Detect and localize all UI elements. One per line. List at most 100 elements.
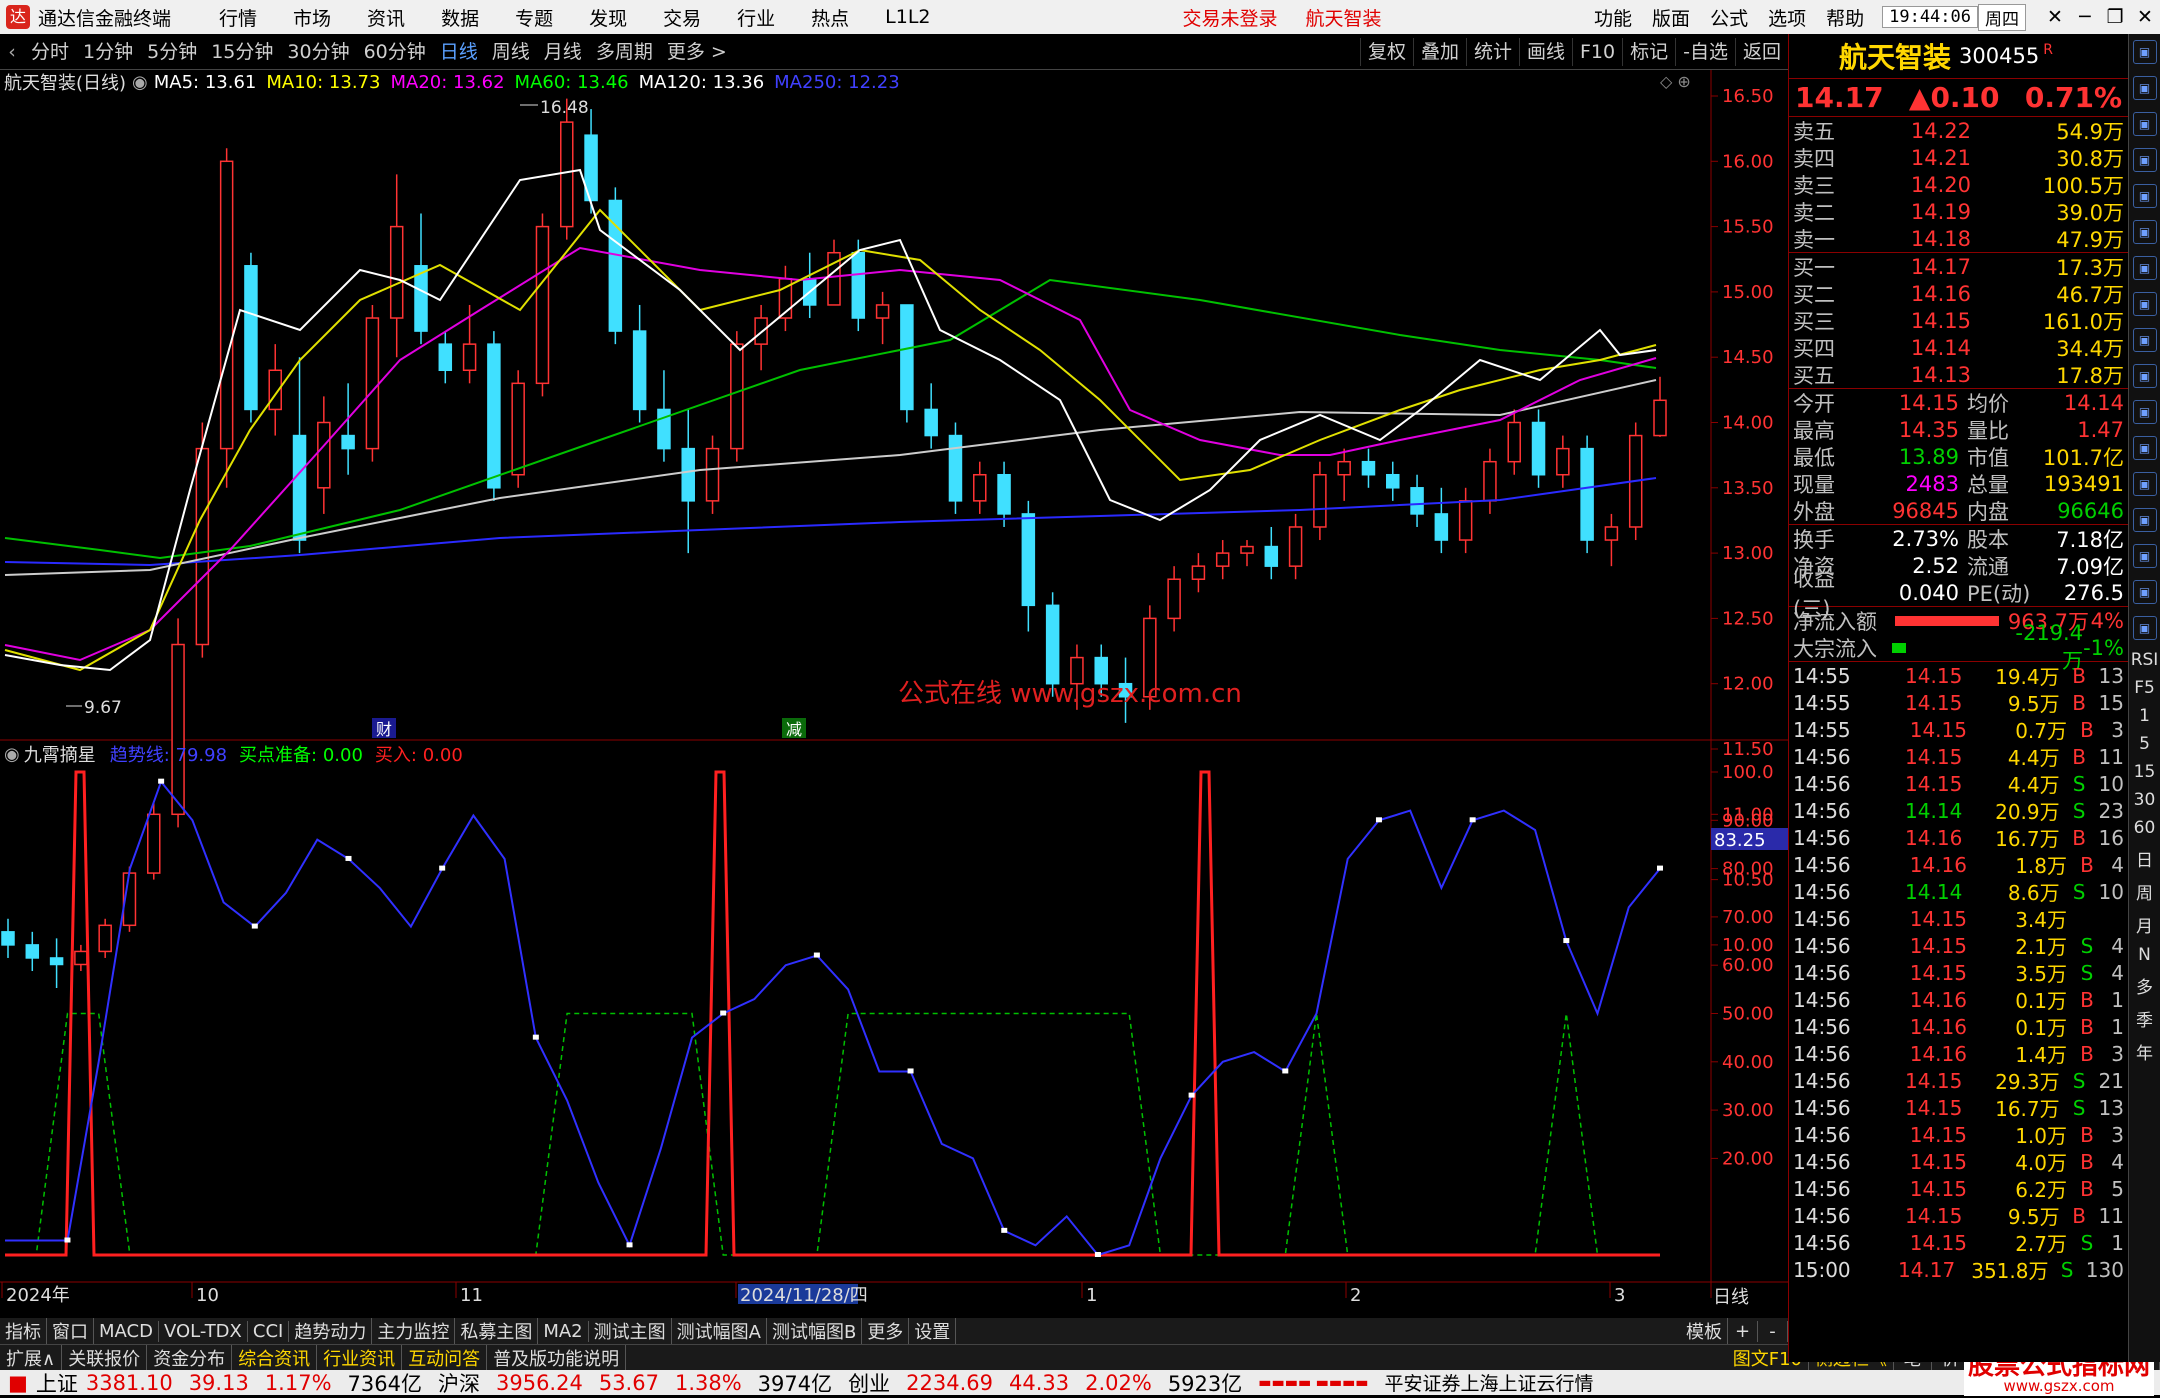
indicator-tab[interactable]: 测试幅图A <box>672 1318 767 1344</box>
menu-item[interactable]: 发现 <box>571 4 645 31</box>
index-name[interactable]: 创业 <box>840 1368 898 1398</box>
arrow-down-icon[interactable]: ▣ <box>2132 112 2157 136</box>
target-icon[interactable]: ▣ <box>2132 580 2157 604</box>
list-icon[interactable]: ▣ <box>2132 400 2157 424</box>
menu-item[interactable]: 市场 <box>275 4 349 31</box>
period-tab[interactable]: 周线 <box>485 38 537 66</box>
chart-panel[interactable]: 航天智装(日线) ◉ MA5: 13.61 MA10: 13.73 MA20: … <box>0 70 1788 1318</box>
close-icon[interactable]: ✕ <box>2130 6 2160 28</box>
indicator-tab[interactable]: 窗口 <box>47 1318 94 1344</box>
indicator-title[interactable]: 九霄摘星 <box>24 741 96 767</box>
sheet-icon[interactable]: ▣ <box>2132 184 2157 208</box>
menu-layout[interactable]: 版面 <box>1642 4 1700 31</box>
sidebar-period[interactable]: 15 <box>2134 762 2156 782</box>
menu-item[interactable]: 行情 <box>201 4 275 31</box>
toolbar-button[interactable]: 复权 <box>1359 37 1413 66</box>
menu-item[interactable]: 行业 <box>719 4 793 31</box>
sidebar-period[interactable]: 1 <box>2139 706 2150 726</box>
sidebar-period[interactable]: F5 <box>2134 678 2155 698</box>
remove-window-button[interactable]: - <box>1758 1320 1788 1342</box>
ask-row[interactable]: 卖五 14.22 54.9万 <box>1789 117 2128 144</box>
template-button[interactable]: 模板 <box>1681 1318 1728 1344</box>
sidebar-period[interactable]: 季 <box>2136 1006 2153 1031</box>
bid-row[interactable]: 买一 14.17 17.3万 <box>1789 253 2128 280</box>
menu-item[interactable]: 数据 <box>423 4 497 31</box>
bid-row[interactable]: 买四 14.14 34.4万 <box>1789 334 2128 361</box>
indicator-tab[interactable]: MA2 <box>538 1320 589 1342</box>
indicator-tab[interactable]: 测试主图 <box>589 1318 672 1344</box>
menu-help[interactable]: 帮助 <box>1816 4 1874 31</box>
f10-icon[interactable]: ▣ <box>2132 364 2157 388</box>
fs-icon[interactable]: ▣ <box>2132 508 2157 532</box>
collapse-icon[interactable]: ‹ <box>0 41 24 63</box>
index-name[interactable]: 上证 <box>36 1368 78 1398</box>
indicator-tab-more[interactable]: 更多 <box>862 1318 910 1344</box>
period-tab[interactable]: 15分钟 <box>204 38 280 66</box>
list-icon[interactable]: ▣ <box>2132 472 2157 496</box>
menu-options[interactable]: 选项 <box>1758 4 1816 31</box>
extension-tab[interactable]: 综合资讯 <box>232 1344 318 1371</box>
toolbar-button[interactable]: -自选 <box>1675 37 1735 66</box>
sidebar-period[interactable]: 年 <box>2136 1039 2153 1064</box>
menu-item[interactable]: 热点 <box>793 4 867 31</box>
menu-item[interactable]: 资讯 <box>349 4 423 31</box>
restore-icon[interactable]: ❐ <box>2100 6 2130 28</box>
bid-row[interactable]: 买三 14.15 161.0万 <box>1789 307 2128 334</box>
toolbar-button[interactable]: F10 <box>1572 37 1622 66</box>
minimize-icon[interactable]: ─ <box>2070 6 2100 28</box>
arrow-up-icon[interactable]: ▣ <box>2132 40 2157 64</box>
sidebar-period[interactable]: RSI <box>2131 650 2159 670</box>
kline-icon[interactable]: ▣ <box>2132 616 2157 640</box>
period-tab[interactable]: 分时 <box>24 38 76 66</box>
sidebar-period[interactable]: 周 <box>2136 879 2153 904</box>
bid-row[interactable]: 买二 14.16 46.7万 <box>1789 280 2128 307</box>
indicator-tab[interactable]: 主力监控 <box>372 1318 456 1344</box>
kline-icon[interactable]: ▣ <box>2132 256 2157 280</box>
sidebar-period[interactable]: 60 <box>2134 818 2156 838</box>
menu-item[interactable]: 交易 <box>645 4 719 31</box>
trade-login-status[interactable]: 交易未登录 <box>1169 4 1292 31</box>
sidebar-period[interactable]: 日 <box>2136 846 2153 871</box>
extension-tab[interactable]: 普及版功能说明 <box>487 1344 627 1371</box>
close-window-icon[interactable]: ✕ <box>2040 6 2070 28</box>
arrow-up-icon[interactable]: ▣ <box>2132 76 2157 100</box>
sidebar-period[interactable]: 月 <box>2136 912 2153 937</box>
indicator-settings-icon[interactable]: ◉ <box>4 744 20 765</box>
broker-name[interactable]: 平安证券上海上证云行情 <box>1377 1369 1602 1396</box>
toolbar-button[interactable]: 叠加 <box>1412 37 1466 66</box>
indicator-tab[interactable]: 指标 <box>0 1318 47 1344</box>
add-window-button[interactable]: + <box>1728 1320 1758 1342</box>
menu-function[interactable]: 功能 <box>1584 4 1642 31</box>
kline-icon[interactable]: ▣ <box>2132 220 2157 244</box>
ask-row[interactable]: 卖四 14.21 30.8万 <box>1789 144 2128 171</box>
period-tab-more[interactable]: 更多 > <box>660 38 734 66</box>
toolbar-button[interactable]: 标记 <box>1622 37 1675 66</box>
sheet-icon[interactable]: ▣ <box>2132 148 2157 172</box>
period-tab[interactable]: 60分钟 <box>357 38 433 66</box>
ask-row[interactable]: 卖一 14.18 47.9万 <box>1789 225 2128 252</box>
ask-row[interactable]: 卖三 14.20 100.5万 <box>1789 171 2128 198</box>
menu-formula[interactable]: 公式 <box>1700 4 1758 31</box>
extension-tab[interactable]: 资金分布 <box>147 1344 233 1371</box>
toolbar-button[interactable]: 统计 <box>1465 37 1519 66</box>
period-tab[interactable]: 1分钟 <box>76 38 140 66</box>
indicator-tab[interactable]: 测试幅图B <box>767 1318 863 1344</box>
menu-item[interactable]: L1L2 <box>867 6 948 28</box>
list-icon[interactable]: ▣ <box>2132 328 2157 352</box>
sidebar-period[interactable]: 多 <box>2136 973 2153 998</box>
period-tab-daily[interactable]: 日线 <box>433 38 485 66</box>
menu-item[interactable]: 专题 <box>497 4 571 31</box>
target-icon[interactable]: ▣ <box>2132 544 2157 568</box>
indicator-tab[interactable]: CCI <box>248 1320 290 1342</box>
ask-row[interactable]: 卖二 14.19 39.0万 <box>1789 198 2128 225</box>
sidebar-period[interactable]: N <box>2138 945 2151 965</box>
toolbar-button[interactable]: 返回 <box>1734 37 1788 66</box>
list-icon[interactable]: ▣ <box>2132 436 2157 460</box>
index-name[interactable]: 沪深 <box>430 1368 488 1398</box>
period-tab[interactable]: 月线 <box>537 38 589 66</box>
indicator-tab[interactable]: 私募主图 <box>455 1318 539 1344</box>
period-tab[interactable]: 5分钟 <box>140 38 204 66</box>
period-tab[interactable]: 多周期 <box>589 38 660 66</box>
toolbar-button[interactable]: 画线 <box>1518 37 1572 66</box>
indicator-tab[interactable]: MACD <box>94 1320 159 1342</box>
